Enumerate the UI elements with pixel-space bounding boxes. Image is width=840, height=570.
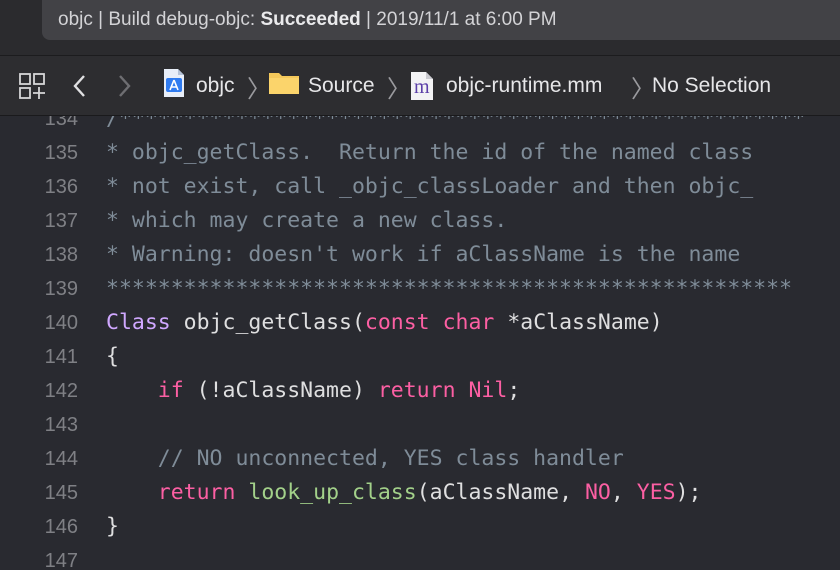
breadcrumb-label: objc	[196, 74, 235, 97]
breadcrumb-separator: 〉	[387, 75, 411, 103]
line-number: 136	[44, 176, 78, 198]
code-token: * Warning: doesn't work if aClassName is…	[106, 242, 754, 267]
breadcrumb-project[interactable]: objc	[162, 56, 235, 116]
breadcrumb-label: Source	[308, 74, 375, 97]
code-token: objc_getClass(	[170, 310, 365, 335]
code-text: * which may create a new class.	[106, 204, 507, 238]
line-number: 141	[44, 346, 78, 368]
code-line[interactable]: 143	[0, 408, 840, 442]
activity-status[interactable]: objc | Build debug-objc: Succeeded | 201…	[42, 0, 840, 40]
code-text: * not exist, call _objc_classLoader and …	[106, 170, 753, 204]
line-number: 143	[44, 414, 78, 436]
jump-bar: objc 〉 Source 〉 m objc-runtime.mm 〉 No S…	[0, 56, 840, 116]
code-token: ,	[610, 480, 637, 505]
code-token: );	[675, 480, 702, 505]
code-token: {	[106, 344, 119, 369]
code-token: (aClassName,	[416, 480, 585, 505]
code-text: * objc_getClass. Return the id of the na…	[106, 136, 753, 170]
code-line[interactable]: 139 *************************************…	[0, 272, 840, 306]
code-token: ****************************************…	[106, 276, 793, 301]
code-line[interactable]: 136 * not exist, call _objc_classLoader a…	[0, 170, 840, 204]
code-text: if (!aClassName) return Nil;	[106, 374, 520, 408]
status-prefix: objc | Build debug-objc:	[58, 9, 261, 30]
code-token: YES	[636, 480, 676, 505]
code-line[interactable]: 147	[0, 544, 840, 570]
line-number: 134	[44, 116, 78, 130]
code-token: char	[442, 310, 495, 335]
window-titlebar: objc | Build debug-objc: Succeeded | 201…	[0, 0, 840, 55]
breadcrumb-label: No Selection	[652, 74, 772, 97]
code-text: return look_up_class(aClassName, NO, YES…	[106, 476, 702, 510]
breadcrumb-file[interactable]: m objc-runtime.mm	[410, 56, 602, 116]
code-text: /***************************************…	[106, 116, 805, 136]
line-number: 144	[44, 448, 78, 470]
code-token: * not exist, call _objc_classLoader and …	[106, 174, 754, 199]
back-icon[interactable]	[72, 56, 88, 116]
code-token: Nil	[468, 378, 508, 403]
code-token: return	[377, 378, 456, 403]
code-line[interactable]: 134 /************************************…	[0, 116, 840, 136]
line-number: 138	[44, 244, 78, 266]
code-text: ****************************************…	[106, 272, 792, 306]
breadcrumb-label: objc-runtime.mm	[446, 74, 603, 97]
line-number: 145	[44, 482, 78, 504]
file-icon-letter: m	[414, 76, 430, 98]
code-token: * objc_getClass. Return the id of the na…	[106, 140, 754, 165]
code-token: ;	[507, 378, 521, 403]
code-line[interactable]: 142 if (!aClassName) return Nil;	[0, 374, 840, 408]
line-number: 137	[44, 210, 78, 232]
line-number: 142	[44, 380, 78, 402]
code-token: * which may create a new class.	[106, 208, 508, 233]
code-line[interactable]: 145 return look_up_class(aClassName, NO,…	[0, 476, 840, 510]
code-token: if	[157, 378, 184, 403]
code-line[interactable]: 141 {	[0, 340, 840, 374]
code-line[interactable]: 146}	[0, 510, 840, 544]
code-token: look_up_class	[248, 480, 417, 505]
status-suffix: | 2019/11/1 at 6:00 PM	[360, 9, 557, 30]
breadcrumb-folder[interactable]: Source	[268, 56, 375, 116]
project-icon	[162, 68, 186, 104]
code-token: *aClassName)	[494, 310, 663, 335]
code-text: Class objc_getClass(const char *aClassNa…	[106, 306, 663, 340]
code-line[interactable]: 144 // NO unconnected, YES class handler	[0, 442, 840, 476]
line-number: 139	[44, 278, 78, 300]
code-text: // NO unconnected, YES class handler	[106, 442, 624, 476]
line-number: 146	[44, 516, 78, 538]
code-line[interactable]: 135 * objc_getClass. Return the id of the…	[0, 136, 840, 170]
folder-icon	[268, 70, 300, 102]
code-line[interactable]: 138 * Warning: doesn't work if aClassName…	[0, 238, 840, 272]
code-text: * Warning: doesn't work if aClassName is…	[106, 238, 753, 272]
code-token: /***************************************…	[106, 116, 805, 131]
code-text: {	[106, 340, 119, 374]
line-number: 140	[44, 312, 78, 334]
forward-icon[interactable]	[116, 56, 132, 116]
code-token: NO	[584, 480, 611, 505]
code-token: Class	[106, 310, 171, 335]
grid-icon[interactable]	[18, 56, 46, 116]
line-number: 135	[44, 142, 78, 164]
line-number: 147	[44, 550, 78, 570]
breadcrumb-selection[interactable]: No Selection	[652, 56, 771, 116]
code-token: // NO unconnected, YES class handler	[157, 446, 624, 471]
code-token: }	[106, 514, 119, 539]
code-token: (!aClassName)	[183, 378, 378, 403]
code-token: const	[364, 310, 430, 335]
code-line[interactable]: 140 Class objc_getClass(const char *aClas…	[0, 306, 840, 340]
code-text: }	[106, 510, 119, 544]
status-result: Succeeded	[260, 9, 361, 30]
code-token: return	[157, 480, 236, 505]
file-icon: m	[410, 71, 434, 101]
code-line[interactable]: 137 * which may create a new class.	[0, 204, 840, 238]
source-editor[interactable]: 134 /************************************…	[0, 116, 840, 570]
